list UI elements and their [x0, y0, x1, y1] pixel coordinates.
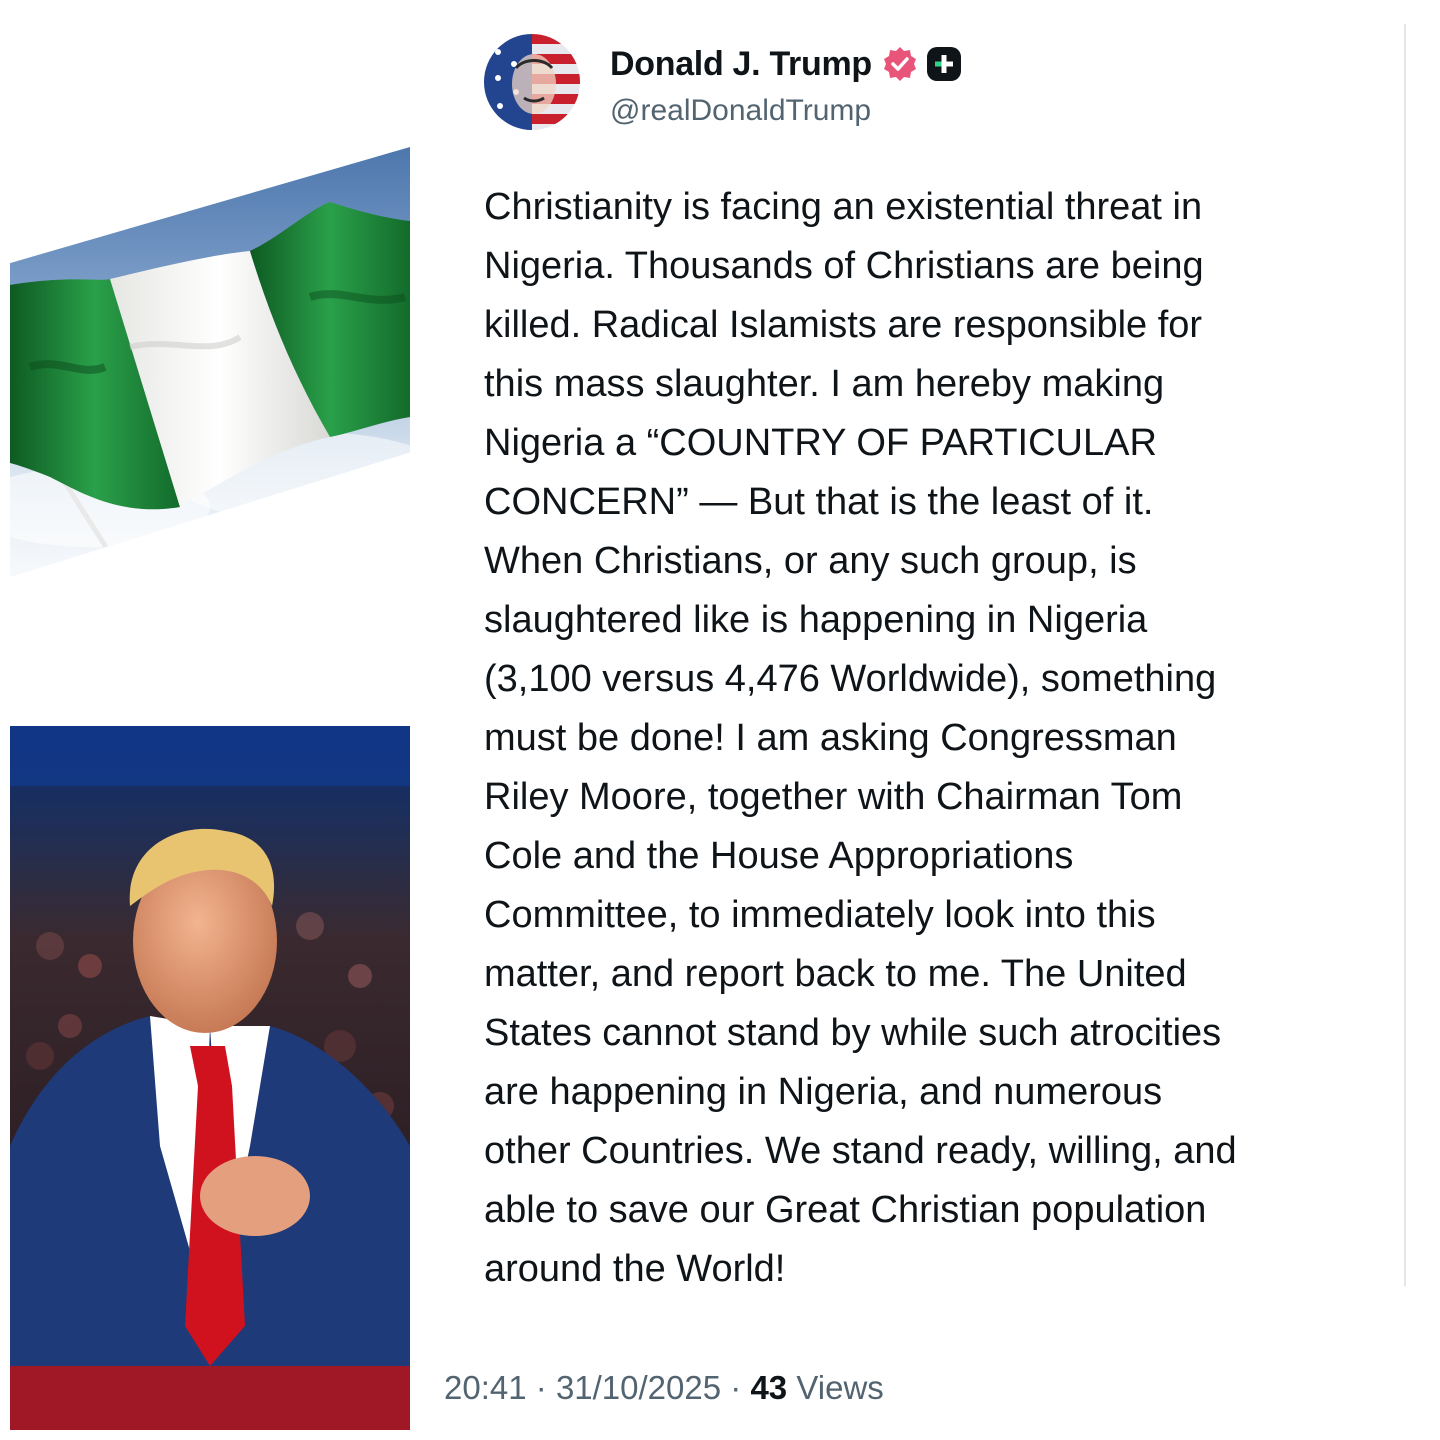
post-text-line: Committee, to immediately look into this — [484, 894, 1156, 936]
post-card: Donald J. Trump @realDonaldTrump Christi… — [444, 24, 1406, 1424]
post-meta: 20:41 · 31/10/2025 · 43 Views — [444, 1369, 884, 1407]
post-text: Christianity is facing an existential th… — [484, 178, 1394, 1299]
author-handle[interactable]: @realDonaldTrump — [610, 94, 871, 128]
post-date[interactable]: 31/10/2025 — [556, 1369, 721, 1406]
post-text-line: Nigeria a “COUNTRY OF PARTICULAR — [484, 422, 1157, 464]
post-text-line: When Christians, or any such group, is — [484, 540, 1137, 582]
post-text-line: able to save our Great Christian populat… — [484, 1189, 1207, 1231]
post-text-line: Cole and the House Appropriations — [484, 835, 1074, 877]
post-text-line: this mass slaughter. I am hereby making — [484, 363, 1165, 405]
avatar[interactable] — [484, 34, 580, 130]
views-label: Views — [796, 1369, 884, 1406]
post-text-line: killed. Radical Islamists are responsibl… — [484, 304, 1203, 346]
plus-badge-icon — [926, 46, 962, 82]
post-text-line: Riley Moore, together with Chairman Tom — [484, 776, 1183, 818]
views-count: 43 — [750, 1369, 788, 1406]
post-text-line: slaughtered like is happening in Nigeria — [484, 599, 1148, 641]
meta-separator: · — [535, 1369, 547, 1406]
post-time[interactable]: 20:41 — [444, 1369, 527, 1406]
author-name-row: Donald J. Trump — [610, 42, 962, 86]
meta-separator: · — [730, 1369, 742, 1406]
post-text-line: Christianity is facing an existential th… — [484, 186, 1203, 228]
post-text-line: matter, and report back to me. The Unite… — [484, 953, 1187, 995]
verified-badge-icon — [882, 46, 918, 82]
post-text-line: around the World! — [484, 1248, 786, 1290]
portrait-photo — [10, 726, 410, 1430]
post-text-line: Nigeria. Thousands of Christians are bei… — [484, 245, 1204, 287]
post-text-line: CONCERN” — But that is the least of it. — [484, 481, 1154, 523]
post-text-line: (3,100 versus 4,476 Worldwide), somethin… — [484, 658, 1217, 700]
display-name[interactable]: Donald J. Trump — [610, 45, 872, 84]
post-text-line: States cannot stand by while such atroci… — [484, 1012, 1222, 1054]
post-text-line: are happening in Nigeria, and numerous — [484, 1071, 1163, 1113]
post-text-line: must be done! I am asking Congressman — [484, 717, 1177, 759]
post-text-line: other Countries. We stand ready, willing… — [484, 1130, 1237, 1172]
nigeria-flag-image — [10, 147, 410, 577]
